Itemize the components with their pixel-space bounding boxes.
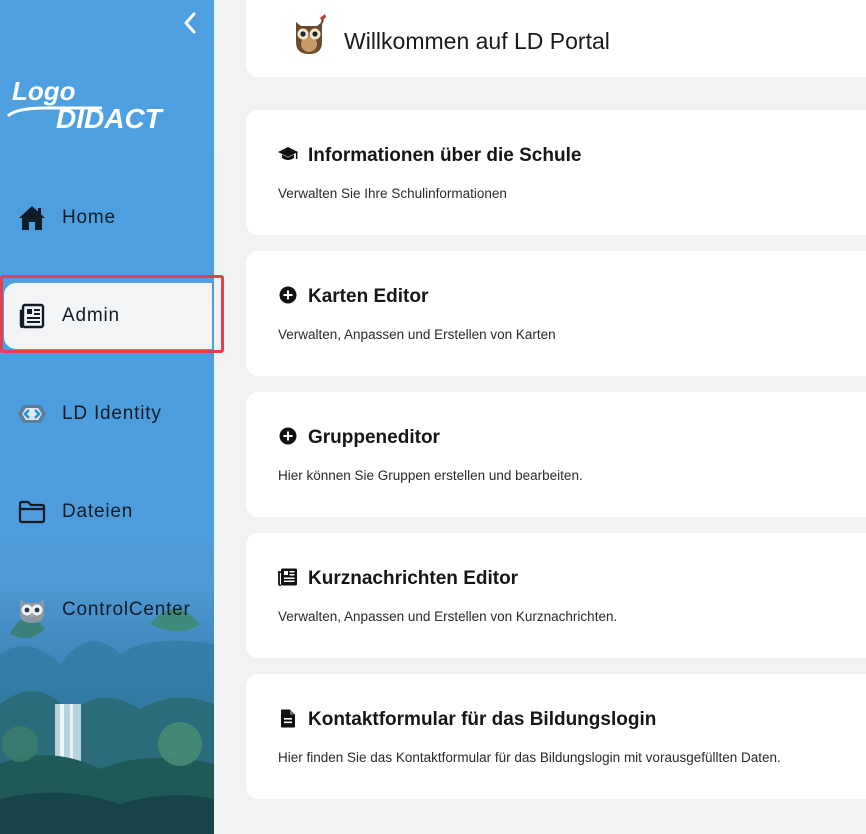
card-title: Informationen über die Schule (308, 145, 582, 166)
graduation-cap-icon (278, 144, 298, 164)
sidebar-item-label: Dateien (62, 501, 134, 522)
sidebar-item-admin[interactable]: Admin (4, 283, 212, 349)
newspaper-icon (278, 567, 298, 587)
plus-circle-icon (278, 426, 298, 446)
card-description: Hier finden Sie das Kontaktformular für … (278, 750, 781, 765)
collapse-sidebar-button[interactable] (178, 10, 202, 36)
card-title: Gruppeneditor (308, 427, 440, 448)
card-kurznachrichten-editor[interactable]: Kurznachrichten Editor Verwalten, Anpass… (246, 533, 866, 658)
card-title: Kontaktformular für das Bildungslogin (308, 709, 657, 730)
logodidact-logo: Logo DIDACT (6, 76, 165, 134)
sidebar-item-label: Admin (62, 305, 120, 326)
card-gruppeneditor[interactable]: Gruppeneditor Hier können Sie Gruppen er… (246, 392, 866, 517)
sidebar-item-dateien[interactable]: Dateien (0, 484, 214, 540)
card-description: Hier können Sie Gruppen erstellen und be… (278, 468, 583, 483)
sidebar-item-controlcenter[interactable]: ControlCenter (0, 582, 214, 638)
card-kontaktformular[interactable]: Kontaktformular für das Bildungslogin Hi… (246, 674, 866, 799)
card-description: Verwalten, Anpassen und Erstellen von Ku… (278, 609, 618, 624)
card-title: Kurznachrichten Editor (308, 568, 519, 589)
card-title: Karten Editor (308, 286, 429, 307)
newspaper-icon (17, 301, 47, 331)
sidebar-item-home[interactable]: Home (0, 190, 214, 246)
home-icon (17, 203, 47, 233)
sidebar-item-label: ControlCenter (62, 599, 191, 620)
sidebar: Logo DIDACT Home Admin LD Identity Datei… (0, 0, 214, 834)
card-description: Verwalten Sie Ihre Schulinformationen (278, 186, 507, 201)
page-title: Willkommen auf LD Portal (344, 28, 610, 54)
plus-circle-icon (278, 285, 298, 305)
document-icon (278, 708, 298, 728)
chevron-left-icon (184, 12, 196, 34)
sidebar-item-ld-identity[interactable]: LD Identity (0, 386, 214, 442)
card-karten-editor[interactable]: Karten Editor Verwalten, Anpassen und Er… (246, 251, 866, 376)
sidebar-item-label: LD Identity (62, 403, 162, 424)
welcome-header: Willkommen auf LD Portal (246, 0, 866, 77)
card-description: Verwalten, Anpassen und Erstellen von Ka… (278, 327, 556, 342)
sidebar-item-label: Home (62, 207, 116, 228)
identity-icon (17, 399, 47, 429)
owl-icon (17, 595, 47, 625)
logo-text-top: Logo (12, 76, 76, 106)
owl-mascot-icon (296, 14, 326, 54)
folder-icon (17, 497, 47, 527)
card-schulinformationen[interactable]: Informationen über die Schule Verwalten … (246, 110, 866, 235)
